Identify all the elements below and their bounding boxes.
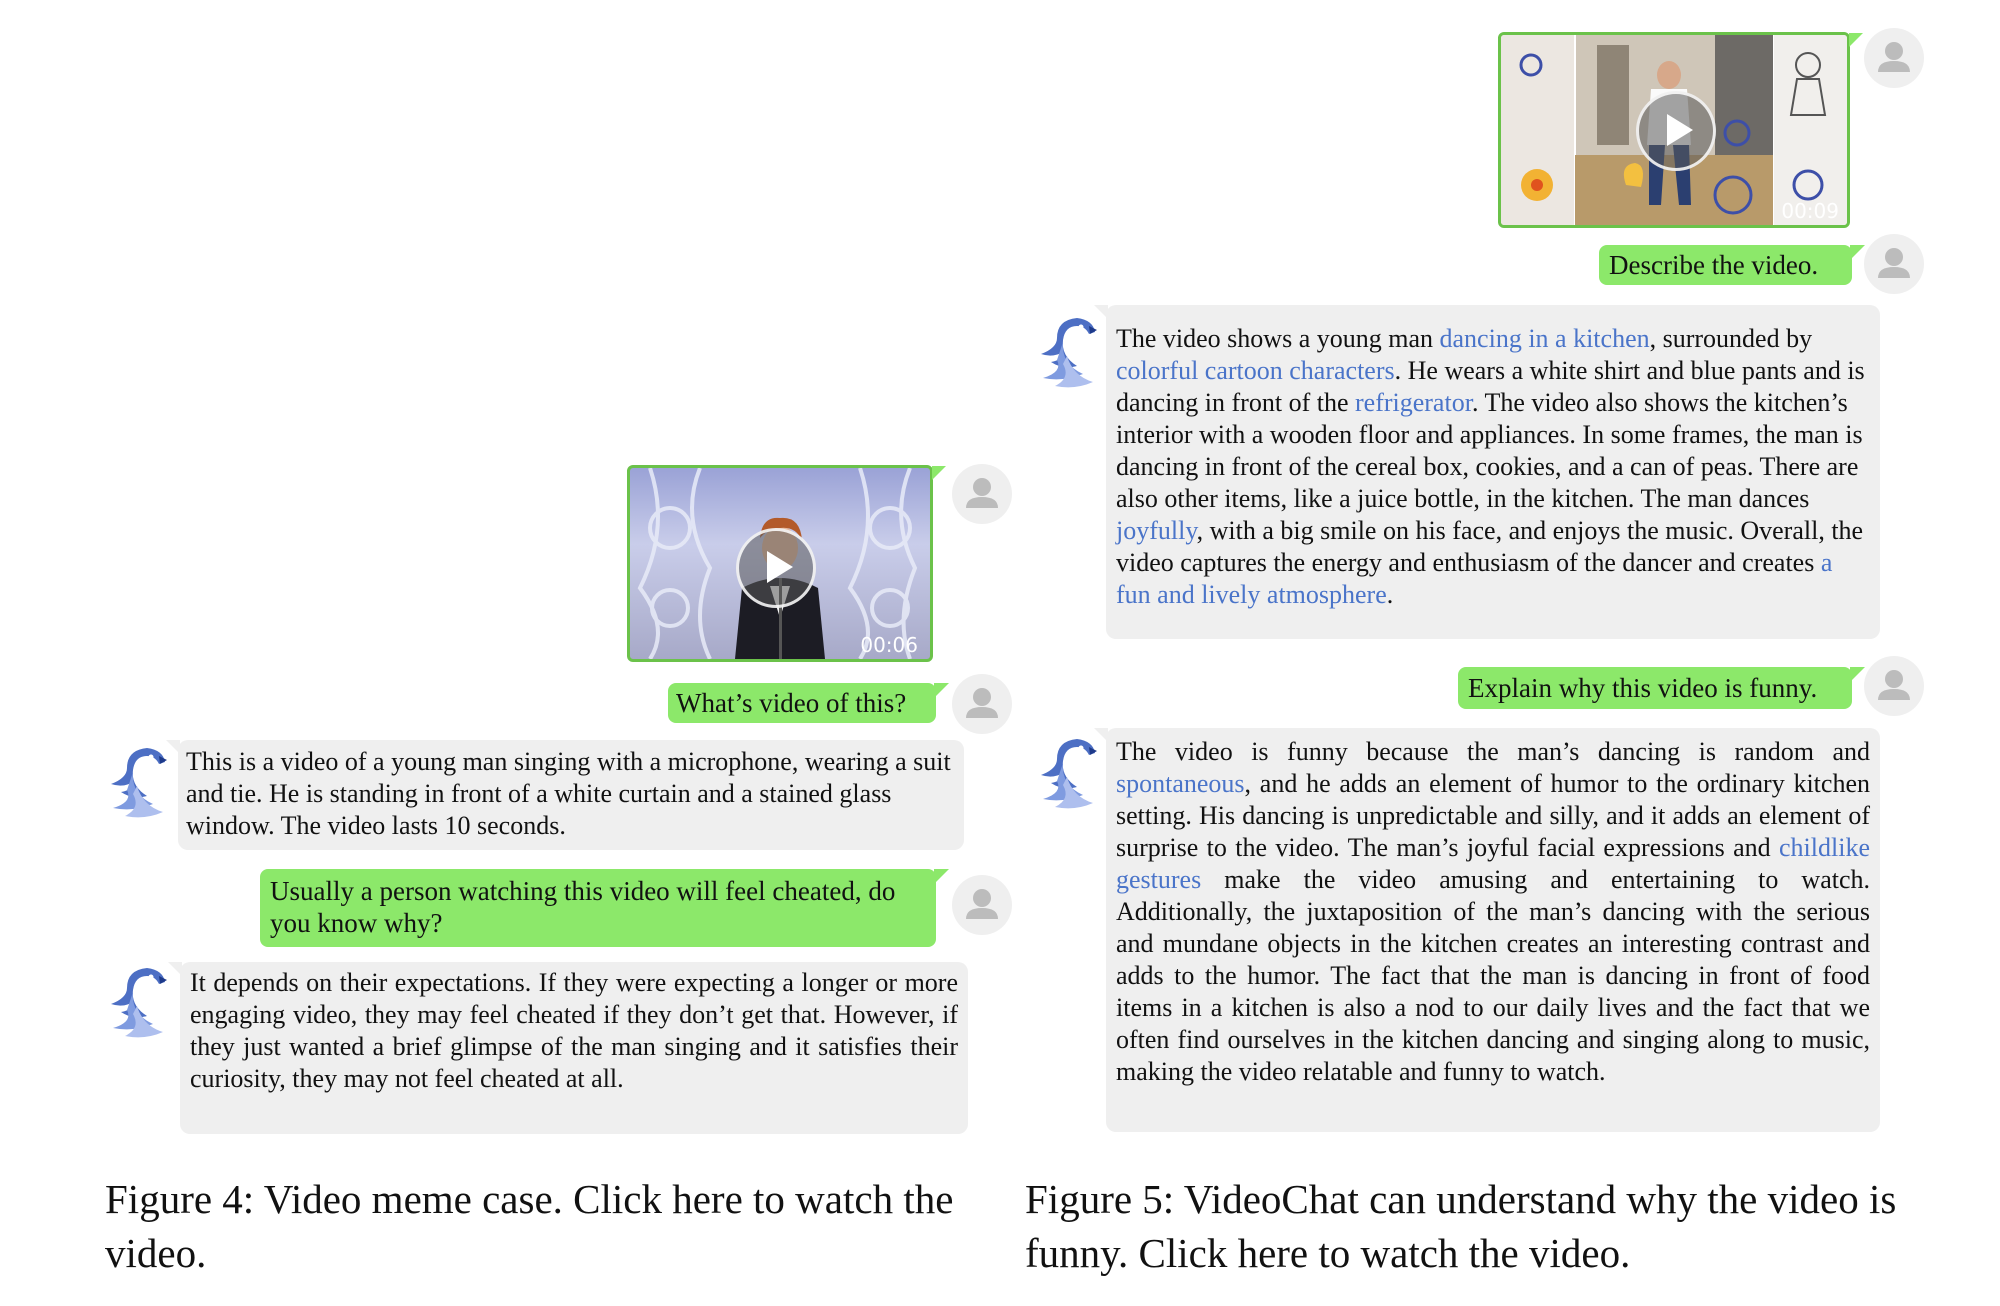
user-message-text: What’s video of this? [676, 688, 907, 718]
bot-text: The video shows a young man [1116, 324, 1440, 353]
bot-avatar [103, 742, 173, 822]
bot-text: , with a big smile on his face, and enjo… [1116, 516, 1864, 577]
bot-message-text: It depends on their expectations. If the… [190, 968, 958, 1093]
user-message: What’s video of this? [668, 683, 949, 723]
user-silhouette-icon [1864, 234, 1924, 294]
user-silhouette-icon [952, 464, 1012, 524]
parrot-bot-icon [1033, 733, 1103, 813]
video-duration: 00:06 [860, 633, 918, 657]
user-silhouette-icon [952, 674, 1012, 734]
parrot-bot-icon [1033, 312, 1103, 392]
bot-avatar [1033, 312, 1103, 392]
highlight-phrase: refrigerator [1355, 388, 1472, 417]
video-bubble-tail [1849, 33, 1863, 47]
bot-text: The video is funny because the man’s dan… [1116, 737, 1870, 766]
user-avatar [1864, 28, 1924, 88]
user-avatar [1864, 234, 1924, 294]
parrot-bot-icon [103, 962, 173, 1042]
bot-message-text: This is a video of a young man singing w… [186, 747, 951, 840]
bot-avatar [103, 962, 173, 1042]
user-message-text: Usually a person watching this video wil… [270, 876, 896, 938]
play-icon[interactable] [1636, 91, 1716, 171]
bot-avatar [1033, 733, 1103, 813]
video-thumbnail-singer[interactable]: 00:06 [627, 465, 933, 662]
parrot-bot-icon [103, 742, 173, 822]
video-duration: 00:09 [1781, 199, 1839, 223]
user-message: Explain why this video is funny. [1458, 667, 1865, 709]
bot-message: It depends on their expectations. If the… [168, 962, 968, 1134]
bot-text: , surrounded by [1649, 324, 1813, 353]
user-silhouette-icon [952, 875, 1012, 935]
caption-text: Figure 4: Video meme case. Click here to… [105, 1176, 954, 1276]
user-silhouette-icon [1864, 28, 1924, 88]
user-avatar [1864, 656, 1924, 716]
user-avatar [952, 875, 1012, 935]
bot-text: . [1386, 580, 1394, 609]
highlight-phrase: dancing in a kitchen [1439, 324, 1650, 353]
figure-5-caption[interactable]: Figure 5: VideoChat can understand why t… [1025, 1172, 1945, 1280]
play-icon[interactable] [736, 528, 816, 608]
user-message-text: Describe the video. [1609, 250, 1819, 280]
user-message: Usually a person watching this video wil… [260, 869, 949, 947]
bot-message: This is a video of a young man singing w… [166, 740, 964, 850]
highlight-phrase: spontaneous [1116, 769, 1245, 798]
bot-message: The video shows a young man dancing in a… [1094, 305, 1880, 639]
caption-text: Figure 5: VideoChat can understand why t… [1025, 1176, 1897, 1276]
bot-text: make the video amusing and entertaining … [1116, 865, 1870, 1086]
video-bubble-tail [932, 466, 946, 480]
highlight-phrase: joyfully [1116, 516, 1197, 545]
user-message: Describe the video. [1599, 245, 1865, 285]
video-thumbnail-dancer[interactable]: 00:09 [1498, 32, 1850, 228]
user-avatar [952, 674, 1012, 734]
figure-4-caption[interactable]: Figure 4: Video meme case. Click here to… [105, 1172, 1010, 1280]
bot-message: The video is funny because the man’s dan… [1094, 728, 1880, 1132]
user-silhouette-icon [1864, 656, 1924, 716]
user-message-text: Explain why this video is funny. [1468, 673, 1818, 703]
user-avatar [952, 464, 1012, 524]
highlight-phrase: colorful cartoon characters [1116, 356, 1395, 385]
